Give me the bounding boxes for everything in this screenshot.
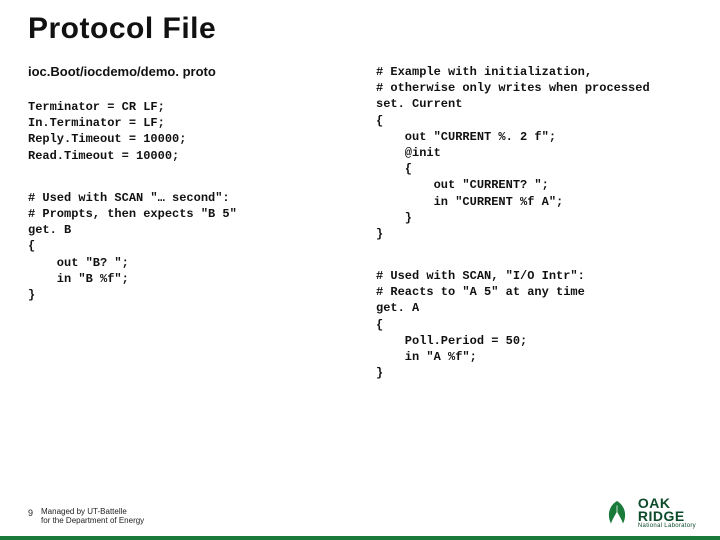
code-getA: # Used with SCAN, "I/O Intr": # Reacts t… bbox=[376, 268, 692, 381]
logo-bottom: RIDGE bbox=[638, 510, 696, 523]
file-path: ioc.Boot/iocdemo/demo. proto bbox=[28, 64, 344, 79]
page-number: 9 bbox=[28, 508, 33, 518]
left-column: ioc.Boot/iocdemo/demo. proto Terminator … bbox=[28, 64, 344, 407]
content-columns: ioc.Boot/iocdemo/demo. proto Terminator … bbox=[28, 64, 692, 407]
code-setCurrent: # Example with initialization, # otherwi… bbox=[376, 64, 692, 242]
leaf-icon bbox=[602, 498, 632, 528]
bottom-accent-bar bbox=[0, 536, 720, 540]
right-column: # Example with initialization, # otherwi… bbox=[376, 64, 692, 407]
page-title: Protocol File bbox=[28, 12, 692, 46]
code-getB: # Used with SCAN "… second": # Prompts, … bbox=[28, 190, 344, 303]
logo-subtitle: National Laboratory bbox=[638, 524, 696, 530]
managed-by: Managed by UT-Battelle for the Departmen… bbox=[41, 508, 144, 526]
slide: Protocol File ioc.Boot/iocdemo/demo. pro… bbox=[0, 0, 720, 540]
oak-ridge-logo: OAK RIDGE National Laboratory bbox=[602, 497, 696, 530]
footer: 9 Managed by UT-Battelle for the Departm… bbox=[28, 508, 144, 526]
code-params: Terminator = CR LF; In.Terminator = LF; … bbox=[28, 99, 344, 164]
logo-text: OAK RIDGE National Laboratory bbox=[638, 497, 696, 530]
managed-line-2: for the Department of Energy bbox=[41, 517, 144, 526]
